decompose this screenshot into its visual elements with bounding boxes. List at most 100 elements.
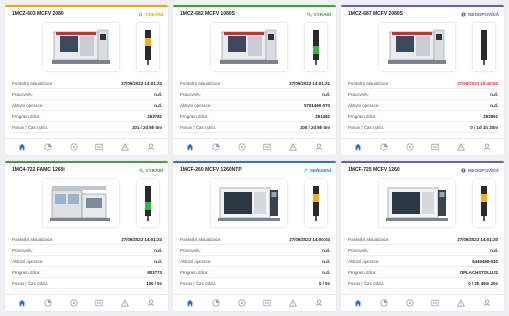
list-icon[interactable] bbox=[263, 299, 272, 308]
label: Program dílce: bbox=[180, 113, 209, 119]
list-icon[interactable] bbox=[95, 299, 104, 308]
signal-tower-illustration bbox=[145, 30, 151, 65]
value: 0 / 0s bbox=[319, 280, 330, 286]
value: 0 / 2h 49m 20s bbox=[468, 280, 498, 286]
user-icon[interactable] bbox=[483, 143, 492, 152]
card-header: 1MCF-725 MCFV 1260 NEODPOVÍDÁ bbox=[341, 163, 504, 177]
row-last-update: Poslední aktualizace: 27/09/2023 14:00:04 bbox=[180, 234, 330, 245]
row-last-update: Poslední aktualizace: 27/09/2023 14:01:21 bbox=[180, 78, 330, 89]
machine-visual bbox=[341, 177, 504, 234]
gauge-icon[interactable] bbox=[237, 299, 246, 308]
user-icon[interactable] bbox=[315, 143, 324, 152]
warning-icon[interactable] bbox=[457, 299, 466, 308]
label: Posuv / Čas cyklu: bbox=[12, 280, 49, 286]
label: Program dílce: bbox=[348, 269, 377, 275]
machine-card[interactable]: 1MCF-725 MCFV 1260 NEODPOVÍDÁ Poslední a… bbox=[341, 161, 504, 311]
row-worker: Pracovník: n.d. bbox=[180, 89, 330, 100]
warning-icon[interactable] bbox=[289, 299, 298, 308]
machine-card[interactable]: 1MCF-260 MCFV 1260NTP SEŘIZENÍ Poslední … bbox=[173, 161, 336, 311]
warning-icon[interactable] bbox=[289, 143, 298, 152]
pie-chart-icon[interactable] bbox=[211, 299, 220, 308]
label: Posuv / Čas cyklu: bbox=[12, 124, 49, 130]
value: OPLACHSTOLUJ1 bbox=[459, 269, 498, 275]
pie-chart-icon[interactable] bbox=[43, 299, 52, 308]
row-worker: Pracovník: n.d. bbox=[348, 89, 498, 100]
machine-image[interactable] bbox=[43, 179, 119, 227]
machine-image[interactable] bbox=[43, 23, 119, 71]
status-text: NEODPOVÍDÁ bbox=[468, 11, 499, 17]
signal-tower bbox=[473, 179, 495, 227]
machine-name: 1MCZ-682 MCFV 1080S bbox=[180, 11, 236, 17]
status-badge: VYRÁBÍ bbox=[306, 12, 331, 17]
card-toolbar bbox=[5, 138, 168, 155]
user-icon[interactable] bbox=[147, 299, 156, 308]
pie-chart-icon[interactable] bbox=[43, 143, 52, 152]
value: 252861 bbox=[483, 113, 498, 119]
value: n.d. bbox=[154, 91, 162, 97]
label: Aktivní operace: bbox=[12, 102, 44, 108]
pie-chart-icon[interactable] bbox=[211, 143, 220, 152]
gauge-icon[interactable] bbox=[405, 143, 414, 152]
signal-tower-illustration bbox=[481, 186, 487, 221]
machine-image[interactable] bbox=[379, 179, 455, 227]
home-icon[interactable] bbox=[353, 143, 362, 152]
home-icon[interactable] bbox=[185, 299, 194, 308]
gears-icon bbox=[306, 12, 312, 17]
status-badge: NEODPOVÍDÁ bbox=[461, 12, 499, 17]
home-icon[interactable] bbox=[353, 299, 362, 308]
machine-image[interactable] bbox=[211, 23, 287, 71]
status-badge: VYRÁBÍ bbox=[138, 168, 163, 173]
value: 0 / 1d 1h 20m bbox=[470, 124, 498, 130]
user-icon[interactable] bbox=[483, 299, 492, 308]
machine-name: 1MCF-260 MCFV 1260NTP bbox=[180, 167, 242, 173]
card-header: 1MCF-260 MCFV 1260NTP SEŘIZENÍ bbox=[173, 163, 336, 177]
signal-tower-illustration bbox=[313, 30, 319, 65]
value: 27/09/2023 10:49:52 bbox=[457, 80, 498, 86]
machine-card[interactable]: 1MCZ-682 MCFV 1080S VYRÁBÍ Poslední aktu… bbox=[173, 5, 336, 155]
machine-card[interactable]: 1MC4-722 FAMC 1260i VYRÁBÍ Poslední aktu… bbox=[5, 161, 168, 311]
value: 27/09/2023 14:01:23 bbox=[121, 80, 162, 86]
row-worker: Pracovník: n.d. bbox=[180, 245, 330, 256]
row-feed: Posuv / Čas cyklu: 101 / 2d 8h 0m bbox=[12, 122, 162, 133]
value: 251492 bbox=[315, 113, 330, 119]
label: Pracovník: bbox=[348, 247, 369, 253]
card-header: 1MCZ-687 MCFV 2080S NEODPOVÍDÁ bbox=[341, 7, 504, 21]
status-text: SEŘIZENÍ bbox=[309, 167, 331, 173]
value: n.d. bbox=[322, 258, 330, 264]
row-feed: Posuv / Čas cyklu: 100 / 0s bbox=[12, 278, 162, 289]
home-icon[interactable] bbox=[17, 143, 26, 152]
pie-chart-icon[interactable] bbox=[379, 299, 388, 308]
list-icon[interactable] bbox=[263, 143, 272, 152]
wrench-icon bbox=[303, 168, 308, 172]
gauge-icon[interactable] bbox=[237, 143, 246, 152]
row-program: Program dílce: OPLACHSTOLUJ1 bbox=[348, 267, 498, 278]
home-icon[interactable] bbox=[185, 143, 194, 152]
machine-card[interactable]: 1MCZ-687 MCFV 2080S NEODPOVÍDÁ Poslední … bbox=[341, 5, 504, 155]
warning-icon[interactable] bbox=[121, 299, 130, 308]
user-icon[interactable] bbox=[147, 143, 156, 152]
label: Poslední aktualizace: bbox=[180, 80, 222, 86]
warning-icon[interactable] bbox=[457, 143, 466, 152]
user-icon[interactable] bbox=[315, 299, 324, 308]
mill-machine-illustration bbox=[388, 29, 446, 64]
machine-image[interactable] bbox=[211, 179, 287, 227]
machine-image[interactable] bbox=[379, 23, 455, 71]
pie-chart-icon[interactable] bbox=[379, 143, 388, 152]
value: n.d. bbox=[154, 247, 162, 253]
list-icon[interactable] bbox=[95, 143, 104, 152]
gauge-icon[interactable] bbox=[69, 299, 78, 308]
row-worker: Pracovník: n.d. bbox=[12, 89, 162, 100]
row-feed: Posuv / Čas cyklu: 0 / 1d 1h 20m bbox=[348, 122, 498, 133]
list-icon[interactable] bbox=[431, 143, 440, 152]
label: Poslední aktualizace: bbox=[348, 236, 390, 242]
gauge-icon[interactable] bbox=[405, 299, 414, 308]
home-icon[interactable] bbox=[17, 299, 26, 308]
machine-card[interactable]: 1MCZ-603 MCFV 2080 ČEKÁNÍ Poslední aktua… bbox=[5, 5, 168, 155]
list-icon[interactable] bbox=[431, 299, 440, 308]
label: Posuv / Čas cyklu: bbox=[180, 124, 217, 130]
gears-icon bbox=[138, 168, 144, 173]
machine-grid: 1MCZ-603 MCFV 2080 ČEKÁNÍ Poslední aktua… bbox=[5, 5, 504, 311]
warning-icon[interactable] bbox=[121, 143, 130, 152]
row-last-update: Poslední aktualizace: 27/09/2023 14:01:20 bbox=[348, 234, 498, 245]
gauge-icon[interactable] bbox=[69, 143, 78, 152]
